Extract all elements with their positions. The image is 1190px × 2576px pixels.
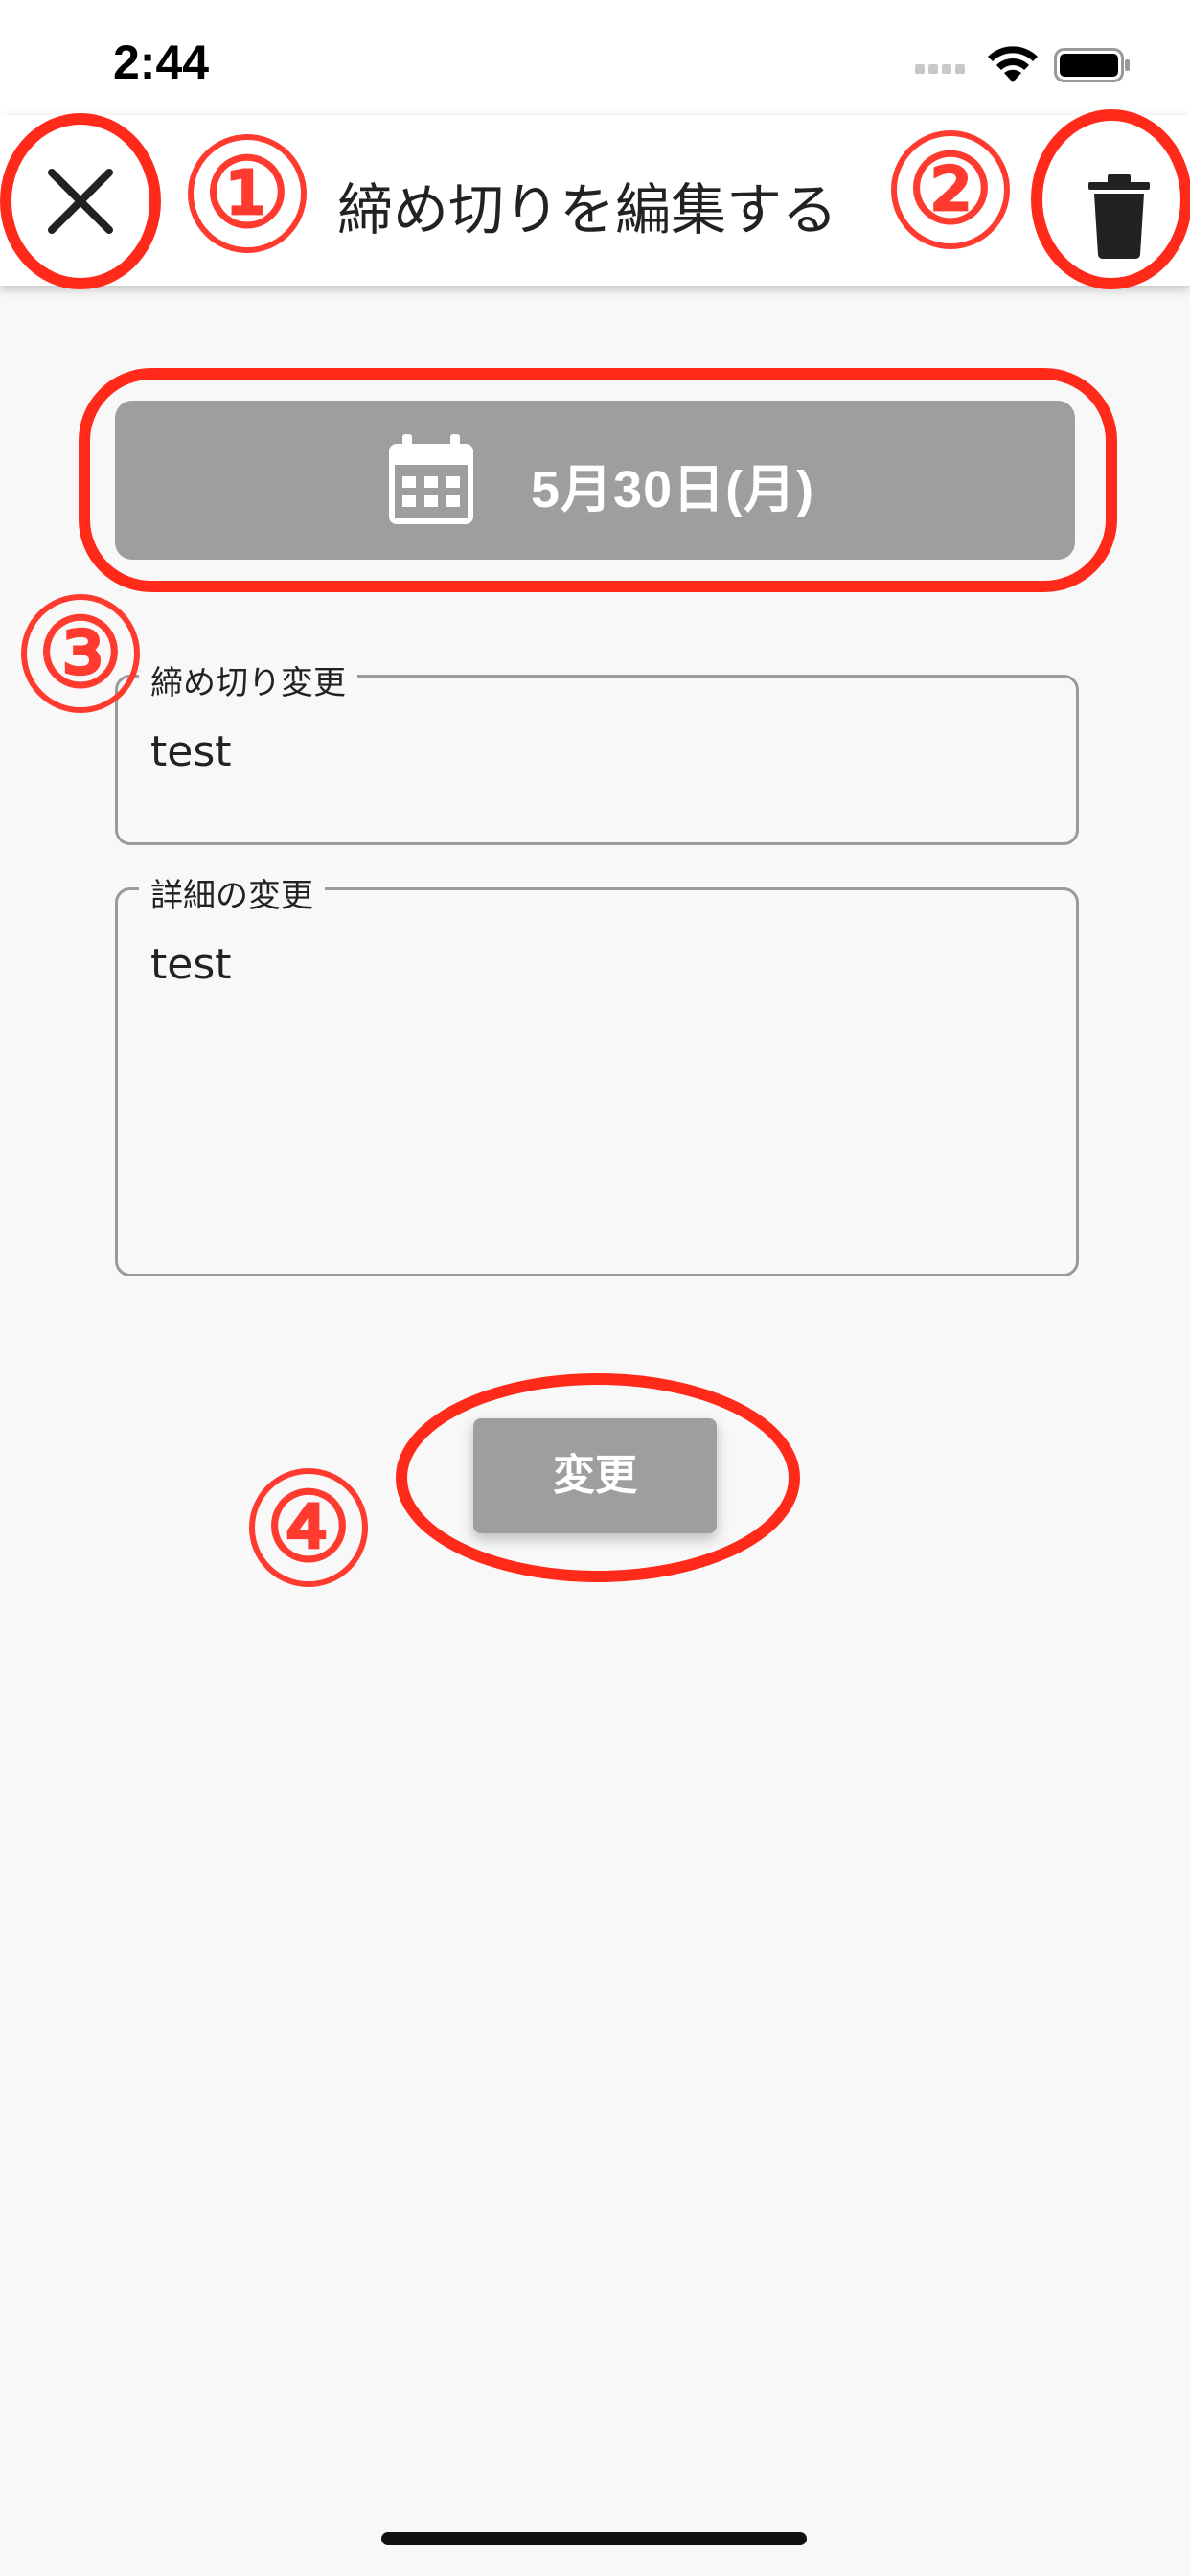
deadline-field-label: 締め切り変更 xyxy=(139,656,357,703)
annotation-2: ② xyxy=(891,130,1010,249)
change-button[interactable]: 変更 xyxy=(473,1418,717,1533)
date-label: 5月30日(月) xyxy=(531,461,815,518)
cellular-signal-icon xyxy=(915,59,969,78)
date-picker-button[interactable]: 5月30日(月) xyxy=(115,401,1075,560)
details-field-value[interactable]: test xyxy=(150,940,232,989)
annotation-4: ④ xyxy=(249,1468,368,1587)
calendar-icon xyxy=(389,434,473,524)
page-title: 締め切りを編集する xyxy=(337,177,838,242)
details-field[interactable]: 詳細の変更 test xyxy=(115,869,1079,1276)
annotation-1: ① xyxy=(188,134,307,253)
details-field-label: 詳細の変更 xyxy=(139,869,325,916)
battery-icon xyxy=(1054,48,1130,82)
status-bar: 2:44 xyxy=(0,0,1190,115)
app-bar: 締め切りを編集する xyxy=(0,115,1190,286)
wifi-icon xyxy=(988,46,1038,82)
annotation-overlay xyxy=(0,109,1190,1582)
trash-icon[interactable] xyxy=(1081,169,1157,261)
deadline-field-value[interactable]: test xyxy=(150,727,232,776)
status-time: 2:44 xyxy=(113,35,210,89)
annotation-3: ③ xyxy=(21,594,140,713)
home-indicator[interactable] xyxy=(381,2532,807,2545)
close-icon[interactable] xyxy=(33,153,128,249)
deadline-field[interactable]: 締め切り変更 test xyxy=(115,656,1079,845)
